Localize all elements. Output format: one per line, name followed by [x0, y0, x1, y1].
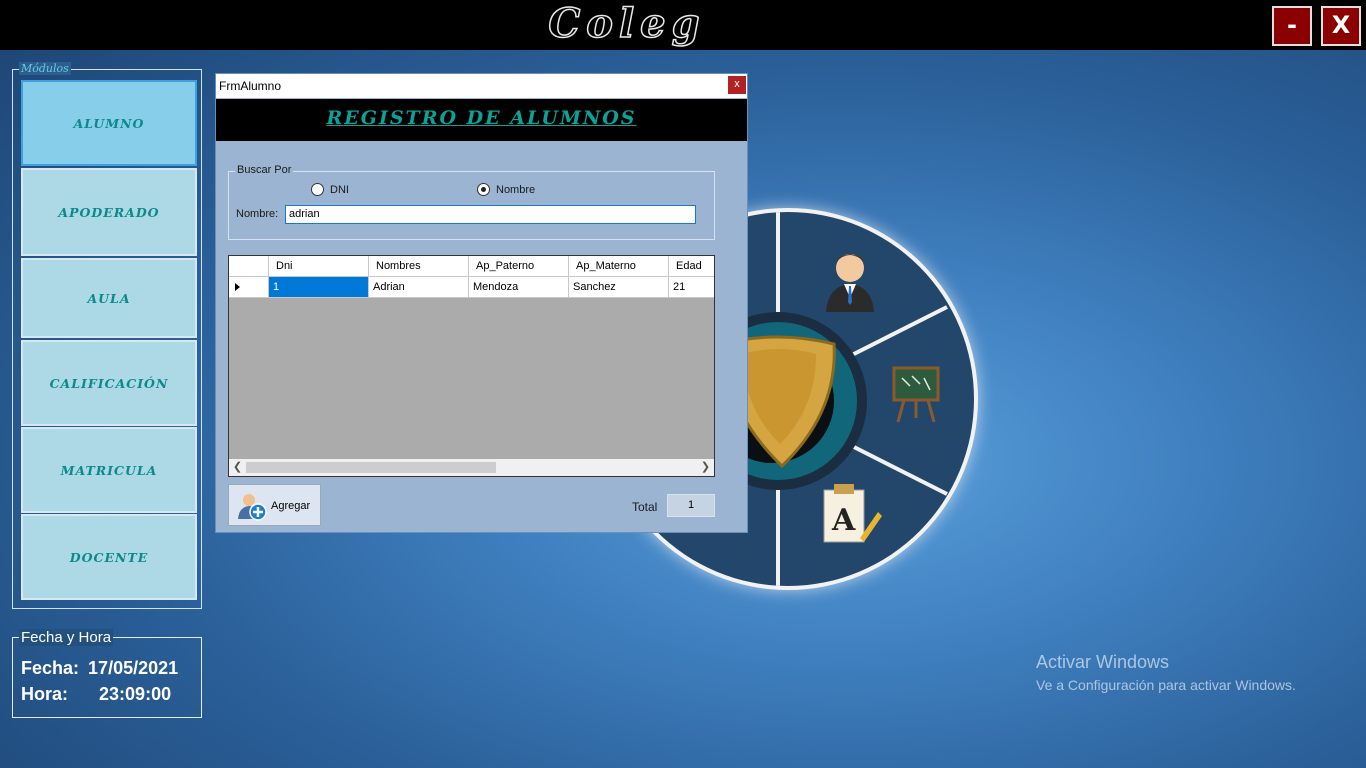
hora-row: Hora: 23:09:00 — [21, 684, 171, 705]
document-pencil-icon[interactable]: A — [820, 482, 882, 548]
agregar-button[interactable]: Agregar — [228, 484, 321, 526]
column-header-ap-paterno[interactable]: Ap_Paterno — [469, 256, 569, 277]
close-button[interactable]: X — [1321, 6, 1361, 46]
column-header-dni[interactable]: Dni — [269, 256, 369, 277]
radio-dni-indicator[interactable] — [311, 183, 324, 196]
cell-nombres[interactable]: Adrian — [369, 277, 469, 298]
cell-dni[interactable]: 1 — [269, 277, 369, 298]
nombre-search-input[interactable]: adrian — [285, 205, 696, 224]
radio-dni-label: DNI — [330, 183, 349, 196]
agregar-button-label: Agregar — [271, 500, 311, 512]
column-header-edad[interactable]: Edad — [669, 256, 714, 277]
radio-dni[interactable]: DNI — [311, 183, 349, 196]
user-icon[interactable] — [822, 250, 878, 312]
form-window-title: FrmAlumno — [219, 79, 282, 93]
hora-label: Hora: — [21, 684, 69, 704]
row-header-corner — [229, 256, 269, 277]
nombre-field-label: Nombre: — [236, 208, 279, 220]
alumnos-table[interactable]: Dni Nombres Ap_Paterno Ap_Materno Edad 1… — [228, 255, 715, 477]
column-header-nombres[interactable]: Nombres — [369, 256, 469, 277]
row-selector[interactable] — [229, 277, 269, 298]
module-calificacion-button[interactable]: CALIFICACIÓN — [21, 340, 197, 426]
svg-text:A: A — [831, 503, 856, 538]
add-user-icon — [237, 491, 267, 521]
activation-watermark-subtitle: Ve a Configuración para activar Windows. — [1036, 677, 1296, 693]
module-matricula-label: MATRICULA — [60, 462, 158, 478]
scroll-left-icon[interactable]: ❮ — [229, 460, 246, 475]
radio-nombre-indicator[interactable] — [477, 183, 490, 196]
cell-edad[interactable]: 21 — [669, 277, 714, 298]
form-close-button[interactable]: x — [728, 76, 746, 94]
modules-panel: Módulos ALUMNO APODERADO AULA CALIFICACI… — [12, 62, 202, 609]
search-group: Buscar Por DNI Nombre Nombre: adrian — [228, 164, 715, 240]
total-label: Total — [632, 500, 658, 514]
scroll-right-icon[interactable]: ❯ — [697, 460, 714, 475]
module-aula-button[interactable]: AULA — [21, 258, 197, 338]
modules-legend: Módulos — [19, 62, 71, 75]
module-apoderado-label: APODERADO — [58, 204, 160, 220]
radio-nombre[interactable]: Nombre — [477, 183, 535, 196]
table-header: Dni Nombres Ap_Paterno Ap_Materno Edad — [229, 256, 714, 277]
scrollbar-thumb[interactable] — [246, 462, 496, 473]
form-titlebar[interactable]: FrmAlumno x — [216, 74, 747, 98]
fecha-value: 17/05/2021 — [88, 658, 179, 678]
module-apoderado-button[interactable]: APODERADO — [21, 168, 197, 256]
hora-value: 23:09:00 — [99, 684, 172, 704]
activation-watermark-title: Activar Windows — [1036, 652, 1170, 672]
cell-ap-paterno[interactable]: Mendoza — [469, 277, 569, 298]
search-group-legend: Buscar Por — [235, 164, 294, 176]
fecha-label: Fecha: — [21, 658, 80, 678]
column-header-ap-materno[interactable]: Ap_Materno — [569, 256, 669, 277]
module-alumno-button[interactable]: ALUMNO — [21, 80, 197, 166]
table-horizontal-scrollbar[interactable]: ❮ ❯ — [229, 459, 714, 476]
module-calificacion-label: CALIFICACIÓN — [49, 375, 169, 391]
radio-nombre-label: Nombre — [496, 183, 536, 196]
title-bar: Coleg - X — [0, 0, 1366, 50]
datetime-legend: Fecha y Hora — [19, 629, 114, 646]
table-row[interactable]: 1 Adrian Mendoza Sanchez 21 — [229, 277, 714, 298]
total-count: 1 — [667, 494, 715, 517]
chalkboard-icon[interactable] — [890, 364, 942, 424]
form-header: REGISTRO DE ALUMNOS — [216, 99, 747, 141]
module-matricula-button[interactable]: MATRICULA — [21, 427, 197, 513]
module-alumno-label: ALUMNO — [73, 115, 145, 131]
fecha-row: Fecha: 17/05/2021 — [21, 658, 178, 679]
module-docente-label: DOCENTE — [69, 549, 149, 565]
cell-ap-materno[interactable]: Sanchez — [569, 277, 669, 298]
module-aula-label: AULA — [87, 290, 131, 306]
datetime-panel: Fecha y Hora Fecha: 17/05/2021 Hora: 23:… — [12, 629, 202, 718]
row-pointer-icon — [235, 283, 240, 291]
minimize-button[interactable]: - — [1272, 6, 1312, 46]
app-logo: Coleg — [548, 0, 706, 47]
frm-alumno-window: FrmAlumno x REGISTRO DE ALUMNOS Buscar P… — [215, 73, 748, 533]
form-header-title: REGISTRO DE ALUMNOS — [326, 107, 637, 129]
module-docente-button[interactable]: DOCENTE — [21, 514, 197, 600]
